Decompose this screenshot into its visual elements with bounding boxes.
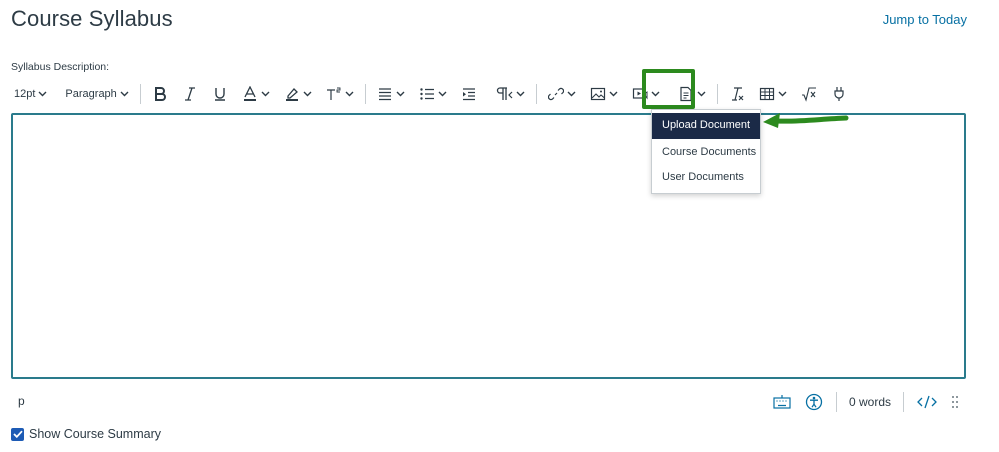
chevron-down-icon — [516, 91, 525, 97]
clear-formatting-icon — [731, 87, 744, 101]
indent-icon — [462, 88, 475, 101]
bold-icon — [154, 87, 166, 101]
menu-item-course-documents[interactable]: Course Documents — [652, 140, 760, 166]
status-divider — [903, 392, 904, 412]
underline-button[interactable] — [209, 81, 231, 107]
syllabus-description-label: Syllabus Description: — [11, 61, 110, 73]
align-button[interactable] — [374, 81, 408, 107]
link-button[interactable] — [545, 81, 579, 107]
highlight-button[interactable] — [281, 81, 315, 107]
apps-button[interactable] — [828, 81, 850, 107]
text-direction-icon — [496, 87, 513, 100]
chevron-down-icon — [651, 91, 660, 97]
chevron-down-icon — [38, 91, 47, 97]
keyboard-shortcuts-button[interactable] — [773, 394, 791, 410]
superscript-button[interactable] — [323, 81, 357, 107]
highlight-icon — [285, 88, 298, 101]
font-size-dropdown[interactable]: 12pt — [11, 81, 50, 107]
menu-item-user-documents[interactable]: User Documents — [652, 165, 760, 191]
pointer-arrow — [763, 113, 849, 128]
bold-button[interactable] — [149, 81, 171, 107]
underline-icon — [214, 88, 225, 101]
chevron-down-icon — [303, 91, 312, 97]
link-icon — [547, 87, 564, 101]
documents-menu: Upload Document Course Documents User Do… — [651, 109, 761, 194]
menu-item-upload-document[interactable]: Upload Document — [652, 113, 760, 139]
italic-icon — [184, 87, 195, 101]
html-editor-toggle[interactable] — [917, 395, 937, 409]
toolbar-divider — [364, 84, 366, 104]
media-icon — [632, 88, 648, 100]
text-direction-button[interactable] — [492, 81, 528, 107]
superscript-icon — [326, 87, 341, 100]
status-divider — [835, 392, 837, 412]
table-icon — [759, 87, 774, 101]
align-icon — [378, 88, 391, 101]
block-format-value: Paragraph — [65, 88, 117, 100]
chevron-down-icon — [120, 91, 129, 97]
drag-handle-icon — [952, 396, 958, 408]
show-course-summary-checkbox[interactable] — [11, 427, 24, 441]
editor-toolbar: 12pt Paragraph — [11, 80, 850, 108]
chevron-down-icon — [567, 91, 576, 97]
text-color-button[interactable] — [239, 81, 273, 107]
document-button[interactable] — [675, 81, 709, 107]
table-button[interactable] — [756, 81, 790, 107]
accessibility-icon — [805, 393, 823, 411]
text-color-icon — [243, 86, 256, 101]
show-course-summary-label[interactable]: Show Course Summary — [29, 427, 161, 441]
syllabus-editor-area[interactable] — [11, 113, 966, 379]
element-path[interactable]: p — [18, 394, 25, 408]
equation-button[interactable] — [798, 81, 820, 107]
block-format-dropdown[interactable]: Paragraph — [62, 81, 131, 107]
show-course-summary-row: Show Course Summary — [11, 427, 161, 441]
chevron-down-icon — [261, 91, 270, 97]
list-button[interactable] — [416, 81, 450, 107]
indent-button[interactable] — [458, 81, 480, 107]
toolbar-divider — [535, 84, 537, 104]
chevron-down-icon — [778, 91, 787, 97]
jump-to-today-link[interactable]: Jump to Today — [883, 12, 967, 27]
image-button[interactable] — [587, 81, 621, 107]
media-button[interactable] — [629, 81, 663, 107]
chevron-down-icon — [345, 91, 354, 97]
list-icon — [420, 88, 434, 100]
image-icon — [590, 87, 605, 101]
status-tools: 0 words — [766, 391, 966, 413]
editor-status-bar: p 0 words — [11, 390, 966, 414]
toolbar-divider — [716, 84, 718, 104]
keyboard-icon — [773, 395, 791, 409]
code-icon — [917, 395, 937, 409]
chevron-down-icon — [438, 91, 447, 97]
italic-button[interactable] — [179, 81, 201, 107]
chevron-down-icon — [697, 91, 706, 97]
checkmark-icon — [12, 430, 23, 438]
resize-handle[interactable] — [951, 394, 959, 410]
chevron-down-icon — [609, 91, 618, 97]
equation-icon — [801, 87, 816, 102]
page-title: Course Syllabus — [11, 6, 173, 31]
chevron-down-icon — [396, 91, 405, 97]
apps-icon — [834, 87, 844, 101]
clear-formatting-button[interactable] — [726, 81, 748, 107]
accessibility-checker-button[interactable] — [805, 393, 823, 411]
toolbar-divider — [139, 84, 141, 104]
document-icon — [680, 86, 692, 102]
font-size-value: 12pt — [14, 88, 36, 100]
word-count[interactable]: 0 words — [849, 395, 891, 409]
